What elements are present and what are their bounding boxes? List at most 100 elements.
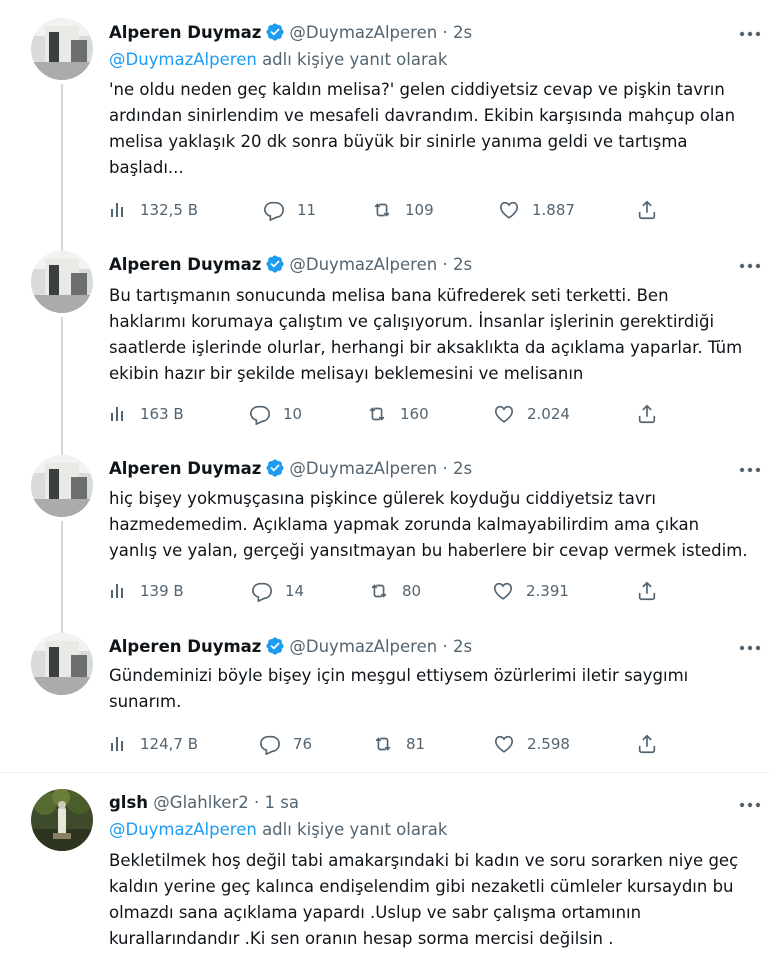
- reply-context: @DuymazAlperen adlı kişiye yanıt olarak: [109, 49, 447, 71]
- reply-icon: [251, 580, 273, 602]
- tweet-text: Gündeminizi böyle bişey için meşgul etti…: [109, 666, 689, 711]
- reply-to-label: adlı kişiye yanıt olarak: [262, 50, 448, 69]
- reply-button[interactable]: 10: [249, 401, 302, 427]
- share-button[interactable]: [636, 401, 658, 427]
- thread-line: [61, 317, 63, 457]
- reply-button[interactable]: 11: [263, 197, 316, 223]
- tweet-header: glsh @Glahlker2 · 1 sa: [109, 792, 299, 814]
- reply-count: 11: [297, 201, 317, 219]
- share-button[interactable]: [636, 731, 658, 757]
- more-icon[interactable]: [733, 795, 767, 815]
- reply-count: 76: [293, 735, 313, 753]
- reply-icon: [263, 199, 285, 221]
- views-button[interactable]: 163 B: [108, 401, 184, 427]
- views-icon: [108, 734, 128, 754]
- views-count: 139 B: [140, 582, 184, 600]
- views-count: 124,7 B: [140, 735, 199, 753]
- reply-count: 14: [285, 582, 305, 600]
- reply-context: @DuymazAlperen adlı kişiye yanıt olarak: [109, 819, 447, 841]
- author-name[interactable]: Alperen Duymaz: [109, 23, 261, 42]
- retweet-button[interactable]: 80: [368, 578, 421, 604]
- tweet-header: Alperen Duymaz @DuymazAlperen · 2s: [109, 22, 472, 48]
- views-button[interactable]: 139 B: [108, 578, 184, 604]
- share-icon: [636, 403, 658, 425]
- like-icon: [493, 403, 515, 425]
- views-button[interactable]: 132,5 B: [108, 197, 198, 223]
- author-name[interactable]: Alperen Duymaz: [109, 637, 261, 656]
- retweet-count: 80: [402, 582, 422, 600]
- thread-line: [61, 84, 63, 256]
- timestamp[interactable]: · 2s: [442, 255, 472, 274]
- tweet-text: Bekletilmek hoş değil tabi amakarşındaki…: [109, 851, 739, 948]
- timestamp[interactable]: · 1 sa: [254, 793, 299, 812]
- tweet-actions: 124,7 B 76 81 2.598: [108, 731, 668, 757]
- like-button[interactable]: 2.024: [493, 401, 570, 427]
- timestamp[interactable]: · 2s: [442, 23, 472, 42]
- retweet-button[interactable]: 81: [372, 731, 425, 757]
- reply-button[interactable]: 14: [251, 578, 304, 604]
- tweet-header: Alperen Duymaz @DuymazAlperen · 2s: [109, 254, 472, 280]
- avatar[interactable]: [31, 18, 93, 80]
- share-icon: [636, 199, 658, 221]
- tweet-actions: 163 B 10 160 2.024: [108, 401, 668, 427]
- reply-to-handle[interactable]: @DuymazAlperen: [109, 820, 257, 839]
- like-icon: [492, 580, 514, 602]
- author-handle[interactable]: @DuymazAlperen: [289, 255, 437, 274]
- reply-count: 10: [283, 405, 303, 423]
- more-icon[interactable]: [733, 256, 767, 276]
- reply-to-handle[interactable]: @DuymazAlperen: [109, 50, 257, 69]
- retweet-count: 81: [406, 735, 426, 753]
- like-button[interactable]: 1.887: [498, 197, 575, 223]
- reply-icon: [259, 733, 281, 755]
- share-button[interactable]: [636, 578, 658, 604]
- share-button[interactable]: [636, 197, 658, 223]
- tweet-actions: 132,5 B 11 109 1.887: [108, 197, 668, 223]
- timestamp[interactable]: · 2s: [442, 637, 472, 656]
- retweet-count: 160: [400, 405, 429, 423]
- more-icon[interactable]: [733, 24, 767, 44]
- tweet-text: Bu tartışmanın sonucunda melisa bana küf…: [109, 286, 743, 383]
- author-handle[interactable]: @DuymazAlperen: [289, 459, 437, 478]
- reply-to-label: adlı kişiye yanıt olarak: [262, 820, 448, 839]
- like-count: 2.391: [526, 582, 569, 600]
- like-count: 1.887: [532, 201, 575, 219]
- views-button[interactable]: 124,7 B: [108, 731, 198, 757]
- retweet-button[interactable]: 160: [366, 401, 429, 427]
- author-handle[interactable]: @DuymazAlperen: [289, 637, 437, 656]
- retweet-count: 109: [405, 201, 434, 219]
- verified-badge-icon: [265, 458, 285, 484]
- views-icon: [108, 404, 128, 424]
- share-icon: [636, 580, 658, 602]
- like-count: 2.598: [527, 735, 570, 753]
- avatar[interactable]: [31, 789, 93, 851]
- author-handle[interactable]: @DuymazAlperen: [289, 23, 437, 42]
- avatar[interactable]: [31, 455, 93, 517]
- share-icon: [636, 733, 658, 755]
- author-name[interactable]: Alperen Duymaz: [109, 255, 261, 274]
- retweet-icon: [368, 580, 390, 602]
- like-button[interactable]: 2.598: [493, 731, 570, 757]
- author-name[interactable]: Alperen Duymaz: [109, 459, 261, 478]
- avatar[interactable]: [31, 633, 93, 695]
- author-name[interactable]: glsh: [109, 793, 148, 812]
- views-icon: [108, 200, 128, 220]
- retweet-icon: [372, 733, 394, 755]
- views-count: 132,5 B: [140, 201, 199, 219]
- retweet-button[interactable]: 109: [371, 197, 434, 223]
- retweet-icon: [366, 403, 388, 425]
- like-icon: [493, 733, 515, 755]
- like-button[interactable]: 2.391: [492, 578, 569, 604]
- reply-button[interactable]: 76: [259, 731, 312, 757]
- views-icon: [108, 581, 128, 601]
- more-icon[interactable]: [733, 638, 767, 658]
- author-handle[interactable]: @Glahlker2: [153, 793, 248, 812]
- timestamp[interactable]: · 2s: [442, 459, 472, 478]
- tweet-header: Alperen Duymaz @DuymazAlperen · 2s: [109, 636, 472, 662]
- verified-badge-icon: [265, 254, 285, 280]
- retweet-icon: [371, 199, 393, 221]
- more-icon[interactable]: [733, 460, 767, 480]
- avatar[interactable]: [31, 251, 93, 313]
- reply-icon: [249, 403, 271, 425]
- tweet-header: Alperen Duymaz @DuymazAlperen · 2s: [109, 458, 472, 484]
- like-icon: [498, 199, 520, 221]
